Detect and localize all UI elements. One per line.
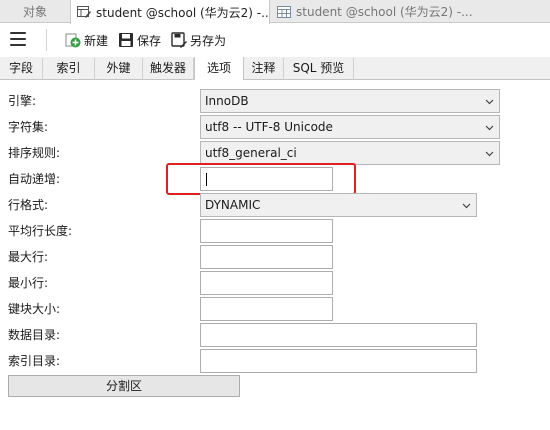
hamburger-icon[interactable] [10, 32, 26, 48]
engine-label: 引擎: [8, 94, 37, 108]
toolbar: 新建 保存 另存为 [0, 24, 550, 56]
save-as-icon [171, 32, 187, 48]
min-rows-label: 最小行: [8, 276, 49, 290]
avg-row-length-input[interactable] [200, 219, 333, 243]
table-icon [277, 5, 291, 18]
new-button[interactable]: 新建 [65, 31, 108, 49]
highlight-box [166, 163, 356, 195]
designer-tab-bar: 字段 索引 外键 触发器 选项 注释 SQL 预览 [0, 57, 550, 80]
tab-student-design[interactable]: student @school (华为云2) -... [70, 0, 270, 24]
charset-label: 字符集: [8, 120, 49, 134]
charset-value: utf8 -- UTF-8 Unicode [205, 120, 333, 134]
collation-value: utf8_general_ci [205, 146, 297, 160]
save-as-button[interactable]: 另存为 [171, 31, 226, 49]
engine-value: InnoDB [205, 94, 249, 108]
charset-select[interactable]: utf8 -- UTF-8 Unicode [200, 115, 500, 139]
tab-student-data-label: student @school (华为云2) -... [296, 5, 473, 19]
chevron-down-icon [485, 125, 494, 131]
tab-comments[interactable]: 注释 [244, 58, 284, 80]
tab-foreign-keys[interactable]: 外键 [95, 58, 143, 80]
tab-sql-preview-label: SQL 预览 [292, 61, 345, 75]
save-button-label: 保存 [137, 33, 162, 48]
chevron-down-icon [485, 99, 494, 105]
max-rows-input[interactable] [200, 245, 333, 269]
save-button[interactable]: 保存 [118, 31, 161, 49]
chevron-down-icon [462, 203, 471, 209]
tab-student-design-label: student @school (华为云2) -... [96, 5, 270, 20]
tab-options-label: 选项 [206, 61, 231, 75]
tab-objects[interactable]: 对象 [0, 0, 70, 23]
tab-foreign-keys-label: 外键 [106, 61, 131, 75]
partition-button-label: 分割区 [105, 379, 142, 393]
tab-fields[interactable]: 字段 [0, 58, 43, 80]
index-directory-input[interactable] [200, 349, 477, 373]
tab-indexes[interactable]: 索引 [43, 58, 95, 80]
toolbar-divider [46, 29, 47, 51]
chevron-down-icon [485, 151, 494, 157]
save-as-button-label: 另存为 [190, 33, 227, 48]
add-icon [65, 33, 81, 48]
max-rows-label: 最大行: [8, 250, 49, 264]
data-directory-label: 数据目录: [8, 328, 61, 342]
key-block-size-input[interactable] [200, 297, 333, 321]
tab-sql-preview[interactable]: SQL 预览 [284, 58, 354, 80]
window-tab-bar: 对象 student @school (华为云2) -... student @… [0, 0, 550, 24]
row-format-value: DYNAMIC [205, 198, 261, 212]
min-rows-input[interactable] [200, 271, 333, 295]
key-block-size-label: 键块大小: [8, 302, 61, 316]
tab-student-data[interactable]: student @school (华为云2) -... [271, 0, 550, 23]
auto-increment-label: 自动递增: [8, 172, 61, 186]
engine-select[interactable]: InnoDB [200, 89, 500, 113]
tab-objects-label: 对象 [22, 5, 47, 19]
partition-button[interactable]: 分割区 [8, 375, 240, 397]
collation-select[interactable]: utf8_general_ci [200, 141, 500, 165]
table-edit-icon [77, 6, 91, 18]
row-format-label: 行格式: [8, 198, 49, 212]
save-icon [119, 33, 133, 47]
row-format-select[interactable]: DYNAMIC [200, 193, 477, 217]
tab-triggers-label: 触发器 [149, 61, 186, 75]
tab-triggers[interactable]: 触发器 [143, 58, 194, 80]
new-button-label: 新建 [84, 33, 109, 48]
collation-label: 排序规则: [8, 146, 61, 160]
tab-fields-label: 字段 [8, 61, 33, 75]
tab-comments-label: 注释 [251, 61, 276, 75]
tab-indexes-label: 索引 [56, 61, 81, 75]
tab-options[interactable]: 选项 [194, 57, 244, 80]
data-directory-input[interactable] [200, 323, 477, 347]
avg-row-length-label: 平均行长度: [8, 224, 73, 238]
index-directory-label: 索引目录: [8, 354, 61, 368]
